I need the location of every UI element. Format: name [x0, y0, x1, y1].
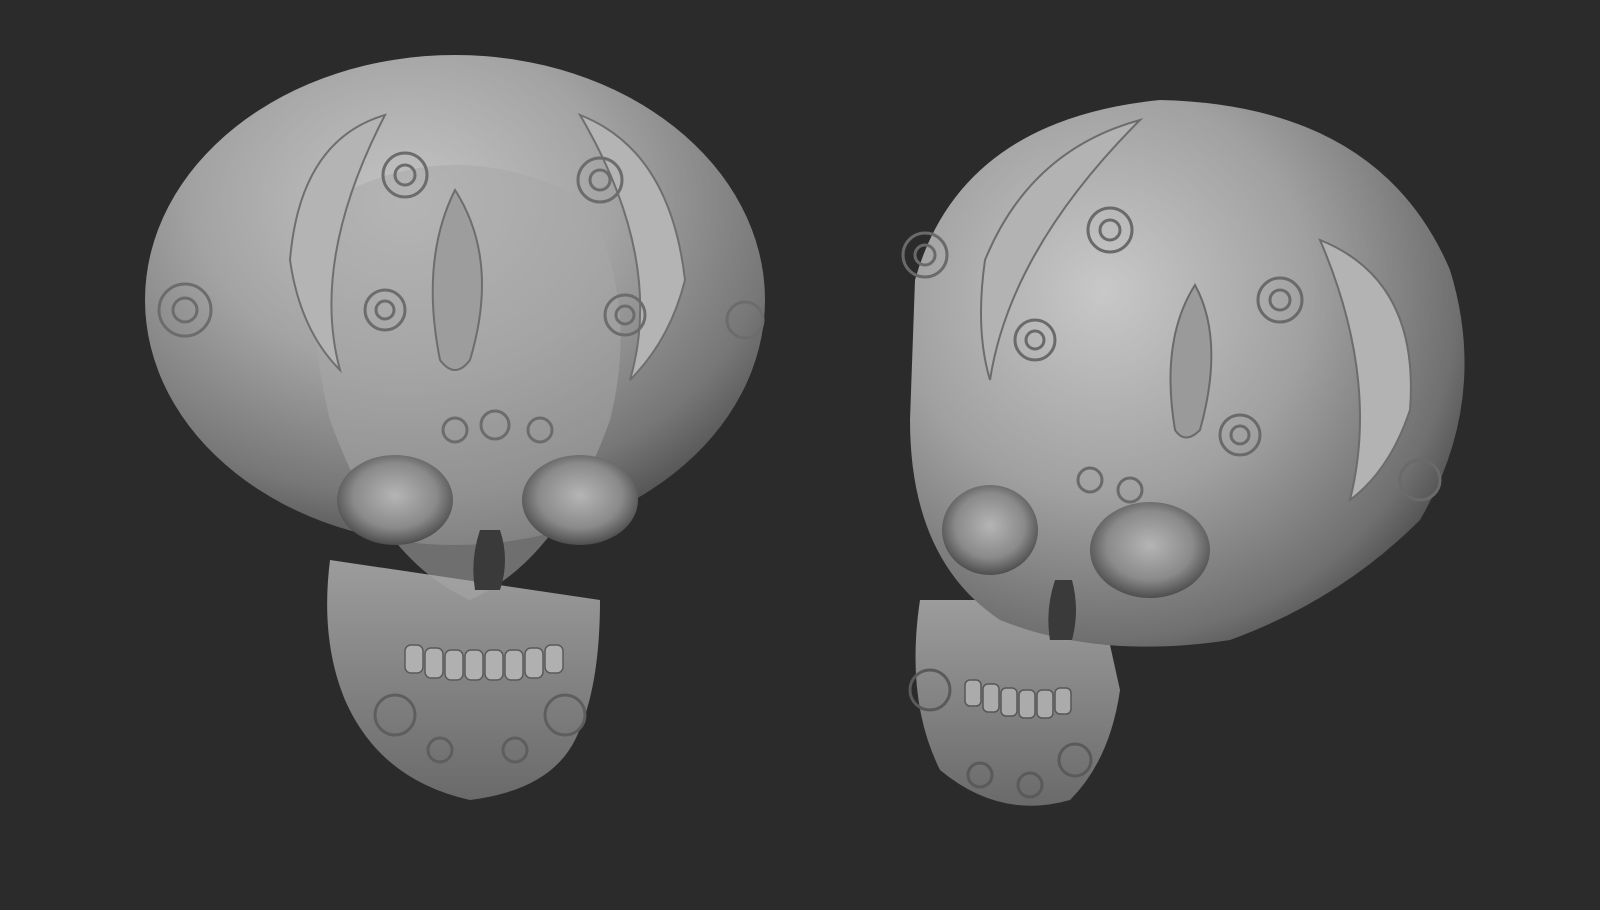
- sculpt-viewport: [0, 0, 1600, 910]
- skull-front-view: [145, 55, 765, 800]
- right-eye-socket: [1090, 502, 1210, 598]
- nasal-cavity: [1048, 580, 1076, 640]
- left-eye-socket: [337, 455, 453, 545]
- skull-three-quarter-view: [901, 100, 1465, 806]
- renders-canvas: [145, 55, 1465, 806]
- right-eye-socket: [522, 455, 638, 545]
- nasal-cavity: [473, 530, 505, 590]
- left-eye-socket: [942, 485, 1038, 575]
